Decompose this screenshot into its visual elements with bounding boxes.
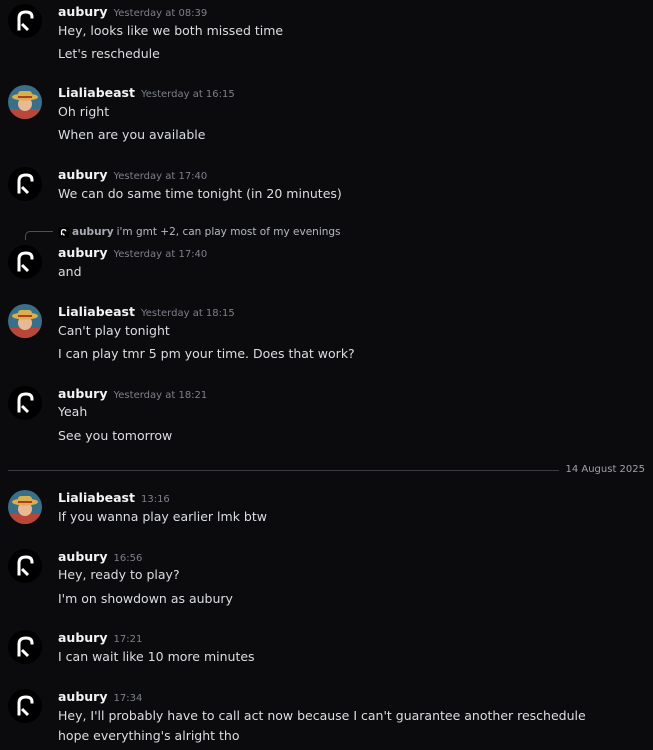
date-divider [8, 470, 645, 471]
message-text: I can wait like 10 more minutes [58, 649, 255, 664]
username[interactable]: aubury [58, 630, 108, 645]
lialiabeast-avatar[interactable] [8, 490, 42, 524]
hook-glyph-avatar-icon [8, 689, 42, 723]
username[interactable]: aubury [58, 549, 108, 564]
message-text: and [58, 264, 82, 279]
aubury-avatar[interactable] [8, 549, 42, 583]
message-header: aubury 16:56 [58, 548, 142, 564]
aubury-avatar[interactable] [8, 245, 42, 279]
message-header: aubury Yesterday at 08:39 [58, 3, 207, 19]
message-header: aubury Yesterday at 17:40 [58, 166, 207, 182]
lialiabeast-avatar[interactable] [8, 85, 42, 119]
username[interactable]: aubury [58, 689, 108, 704]
username[interactable]: Lialiabeast [58, 304, 135, 319]
message-text: When are you available [58, 127, 206, 142]
reply-spine [25, 231, 53, 240]
message-text: Hey, looks like we both missed time [58, 23, 284, 38]
reply-username[interactable]: aubury [72, 226, 114, 238]
message-text: Can't play tonight [58, 323, 170, 338]
message-text: We can do same time tonight (in 20 minut… [58, 186, 342, 201]
straw-hat-character-avatar-icon [8, 304, 42, 338]
hook-glyph-avatar-icon [8, 245, 42, 279]
message-text: Let's reschedule [58, 46, 160, 61]
timestamp: Yesterday at 18:21 [113, 390, 208, 401]
aubury-avatar[interactable] [8, 167, 42, 201]
timestamp: 13:16 [140, 494, 170, 505]
username[interactable]: aubury [58, 386, 108, 401]
username[interactable]: aubury [58, 245, 108, 260]
timestamp: 17:21 [113, 634, 143, 645]
message-text: Hey, I'll probably have to call act now … [58, 708, 586, 723]
timestamp: 17:34 [113, 693, 143, 704]
hook-glyph-avatar-icon [8, 386, 42, 420]
timestamp: Yesterday at 17:40 [113, 249, 208, 260]
hook-glyph-avatar-icon [58, 226, 69, 238]
straw-hat-character-avatar-icon [8, 490, 42, 524]
message-header: Lialiabeast 13:16 [58, 489, 170, 505]
aubury-avatar[interactable] [8, 386, 42, 420]
username[interactable]: aubury [58, 167, 108, 182]
message-header: aubury 17:34 [58, 688, 142, 704]
timestamp: Yesterday at 08:39 [113, 8, 208, 19]
hook-glyph-avatar-icon [8, 4, 42, 38]
message-header: aubury 17:21 [58, 629, 142, 645]
message-header: aubury Yesterday at 18:21 [58, 385, 207, 401]
message-text: Hey, ready to play? [58, 567, 180, 582]
lialiabeast-avatar[interactable] [8, 304, 42, 338]
date-divider-label: 14 August 2025 [559, 463, 645, 477]
aubury-avatar[interactable] [8, 630, 42, 664]
hook-glyph-avatar-icon [8, 549, 42, 583]
timestamp: 16:56 [113, 553, 143, 564]
message-text: Yeah [58, 404, 88, 419]
timestamp: Yesterday at 18:15 [140, 308, 235, 319]
message-text: hope everything's alright tho [58, 728, 240, 743]
hook-glyph-avatar-icon [8, 630, 42, 664]
message-header: Lialiabeast Yesterday at 18:15 [58, 303, 235, 319]
username[interactable]: Lialiabeast [58, 85, 135, 100]
reply-reference[interactable]: aubury i'm gmt +2, can play most of my ev… [58, 225, 341, 239]
username[interactable]: aubury [58, 4, 108, 19]
straw-hat-character-avatar-icon [8, 85, 42, 119]
message-text: I'm on showdown as aubury [58, 591, 233, 606]
aubury-avatar[interactable] [8, 689, 42, 723]
username[interactable]: Lialiabeast [58, 490, 135, 505]
message-text: Oh right [58, 104, 110, 119]
reply-text: i'm gmt +2, can play most of my evenings [116, 226, 341, 238]
message-header: aubury Yesterday at 17:40 [58, 244, 207, 260]
timestamp: Yesterday at 16:15 [140, 89, 235, 100]
message-header: Lialiabeast Yesterday at 16:15 [58, 84, 235, 100]
aubury-avatar[interactable] [8, 4, 42, 38]
hook-glyph-avatar-icon [8, 167, 42, 201]
timestamp: Yesterday at 17:40 [113, 171, 208, 182]
message-text: If you wanna play earlier lmk btw [58, 509, 267, 524]
chat-messages[interactable]: aubury Yesterday at 08:39 Hey, looks like… [0, 0, 653, 750]
message-text: I can play tmr 5 pm your time. Does that… [58, 346, 355, 361]
message-text: See you tomorrow [58, 428, 173, 443]
